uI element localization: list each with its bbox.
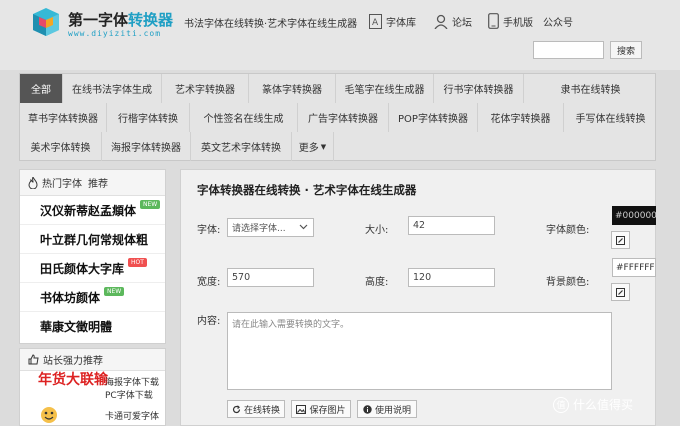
top-nav: A 字体库 论坛 手机版 公众号 [0,12,680,30]
svg-text:A: A [372,18,379,28]
convert-button[interactable]: 在线转换 [227,400,285,418]
page-title: 字体转换器在线转换 · 艺术字体在线生成器 [197,183,417,197]
category-item[interactable]: 花体字转换器 [478,103,564,132]
promo-panel: 站长强力推荐 年货大联输 海报字体下载 PC字体下载 卡通可爱字体 [19,348,166,426]
bg-color-picker-button[interactable] [611,283,630,301]
font-color-label: 字体颜色: [546,225,590,236]
new-badge: NEW [140,199,161,209]
chevron-down-icon [299,224,308,230]
watermark: 值 什么值得买 [553,396,633,413]
category-item[interactable]: 行楷字体转换 [107,103,190,132]
search-input[interactable] [533,41,604,59]
site-header: 第一字体转换器 www.diyiziti.com 书法字体在线转换·艺术字体在线… [0,0,680,70]
help-button[interactable]: 使用说明 [357,400,417,418]
caret-down-icon: ▼ [320,142,327,151]
category-item[interactable]: 广告字体转换器 [298,103,389,132]
size-label: 大小: [365,225,389,236]
thumbs-up-icon [28,354,39,365]
promo-header: 站长强力推荐 [20,349,165,371]
width-label: 宽度: [197,277,221,288]
nav-mobile[interactable]: 手机版 [488,12,533,30]
hot-badge: HOT [128,257,147,267]
font-color-picker-button[interactable] [611,231,630,249]
category-row: 全部 在线书法字体生成 艺术字转换器 篆体字转换器 毛笔字在线生成器 行书字体转… [20,74,657,103]
hot-font-item[interactable]: 书体坊颜体 NEW [20,283,165,312]
category-item[interactable]: 海报字体转换器 [102,132,191,161]
search-button[interactable]: 搜索 [610,41,642,59]
bg-color-label: 背景颜色: [546,277,590,288]
width-input[interactable]: 570 [227,268,314,287]
category-item[interactable]: 篆体字转换器 [249,74,336,103]
hot-font-item[interactable]: 華康文徵明體 [20,312,165,341]
hot-fonts-header: 热门字体 推荐 [20,170,165,196]
category-item[interactable]: 手写体在线转换 [564,103,657,132]
category-item[interactable]: 美术字体转换 [20,132,102,161]
smzdm-logo-icon: 值 [553,396,569,413]
category-all[interactable]: 全部 [20,74,63,103]
hot-font-item[interactable]: 田氏颜体大字库 HOT [20,254,165,283]
save-image-button[interactable]: 保存图片 [291,400,351,418]
bg-color-input[interactable]: #FFFFFF [612,258,656,277]
category-item[interactable]: 隶书在线转换 [524,74,657,103]
image-icon [296,404,307,414]
content-textarea[interactable]: 请在此输入需要转换的文字。 [227,312,612,390]
refresh-icon [232,404,241,413]
font-select[interactable]: 请选择字体... [227,218,314,237]
category-row: 美术字体转换 海报字体转换器 英文艺术字体转换 更多 ▼ [20,132,657,161]
category-item[interactable]: 毛笔字在线生成器 [336,74,434,103]
promo-poster-image[interactable]: 年货大联输 [38,373,108,387]
font-library-icon: A [369,13,382,29]
hot-font-item[interactable]: 汉仪新蒂赵孟頫体 NEW [20,196,165,225]
hot-fonts-panel: 热门字体 推荐 汉仪新蒂赵孟頫体 NEW 叶立群几何常规体粗 田氏颜体大字库 HOT… [19,169,166,344]
new-badge: NEW [104,286,125,296]
promo-link[interactable]: PC字体下载 [105,388,153,401]
category-item[interactable]: 在线书法字体生成 [63,74,162,103]
nav-forum[interactable]: 论坛 [434,12,472,30]
category-nav: 全部 在线书法字体生成 艺术字转换器 篆体字转换器 毛笔字在线生成器 行书字体转… [19,73,656,161]
category-item[interactable]: 艺术字转换器 [162,74,249,103]
font-label: 字体: [197,225,221,236]
mobile-icon [488,13,499,29]
user-icon [434,14,448,29]
logo-url: www.diyiziti.com [68,29,162,38]
category-item[interactable]: 行书字体转换器 [434,74,524,103]
edit-icon [616,235,625,245]
font-color-input[interactable]: #000000 [612,206,656,225]
size-input[interactable]: 42 [408,216,495,235]
cartoon-face-icon[interactable] [40,406,58,424]
nav-font-library[interactable]: A 字体库 [369,12,416,30]
edit-icon [616,287,625,297]
promo-item[interactable]: 年货大联输 海报字体下载 PC字体下载 [20,371,165,403]
content-label: 内容: [197,316,221,327]
height-input[interactable]: 120 [408,268,495,287]
category-item[interactable]: 英文艺术字体转换 [191,132,292,161]
category-item[interactable]: POP字体转换器 [389,103,478,132]
category-row: 草书字体转换器 行楷字体转换 个性签名在线生成 广告字体转换器 POP字体转换器… [20,103,657,132]
category-item[interactable]: 个性签名在线生成 [190,103,298,132]
promo-link[interactable]: 卡通可爱字体 [105,409,159,422]
category-item[interactable]: 草书字体转换器 [20,103,107,132]
height-label: 高度: [365,277,389,288]
promo-item[interactable]: 卡通可爱字体 [20,403,165,426]
hot-font-item[interactable]: 叶立群几何常规体粗 [20,225,165,254]
info-icon [363,404,372,414]
flame-icon [28,176,38,189]
nav-official-account[interactable]: 公众号 [543,12,573,30]
converter-panel: 字体转换器在线转换 · 艺术字体在线生成器 字体: 请选择字体... 大小: 4… [180,169,656,426]
category-more[interactable]: 更多 ▼ [292,132,334,161]
promo-link[interactable]: 海报字体下载 [105,375,159,388]
